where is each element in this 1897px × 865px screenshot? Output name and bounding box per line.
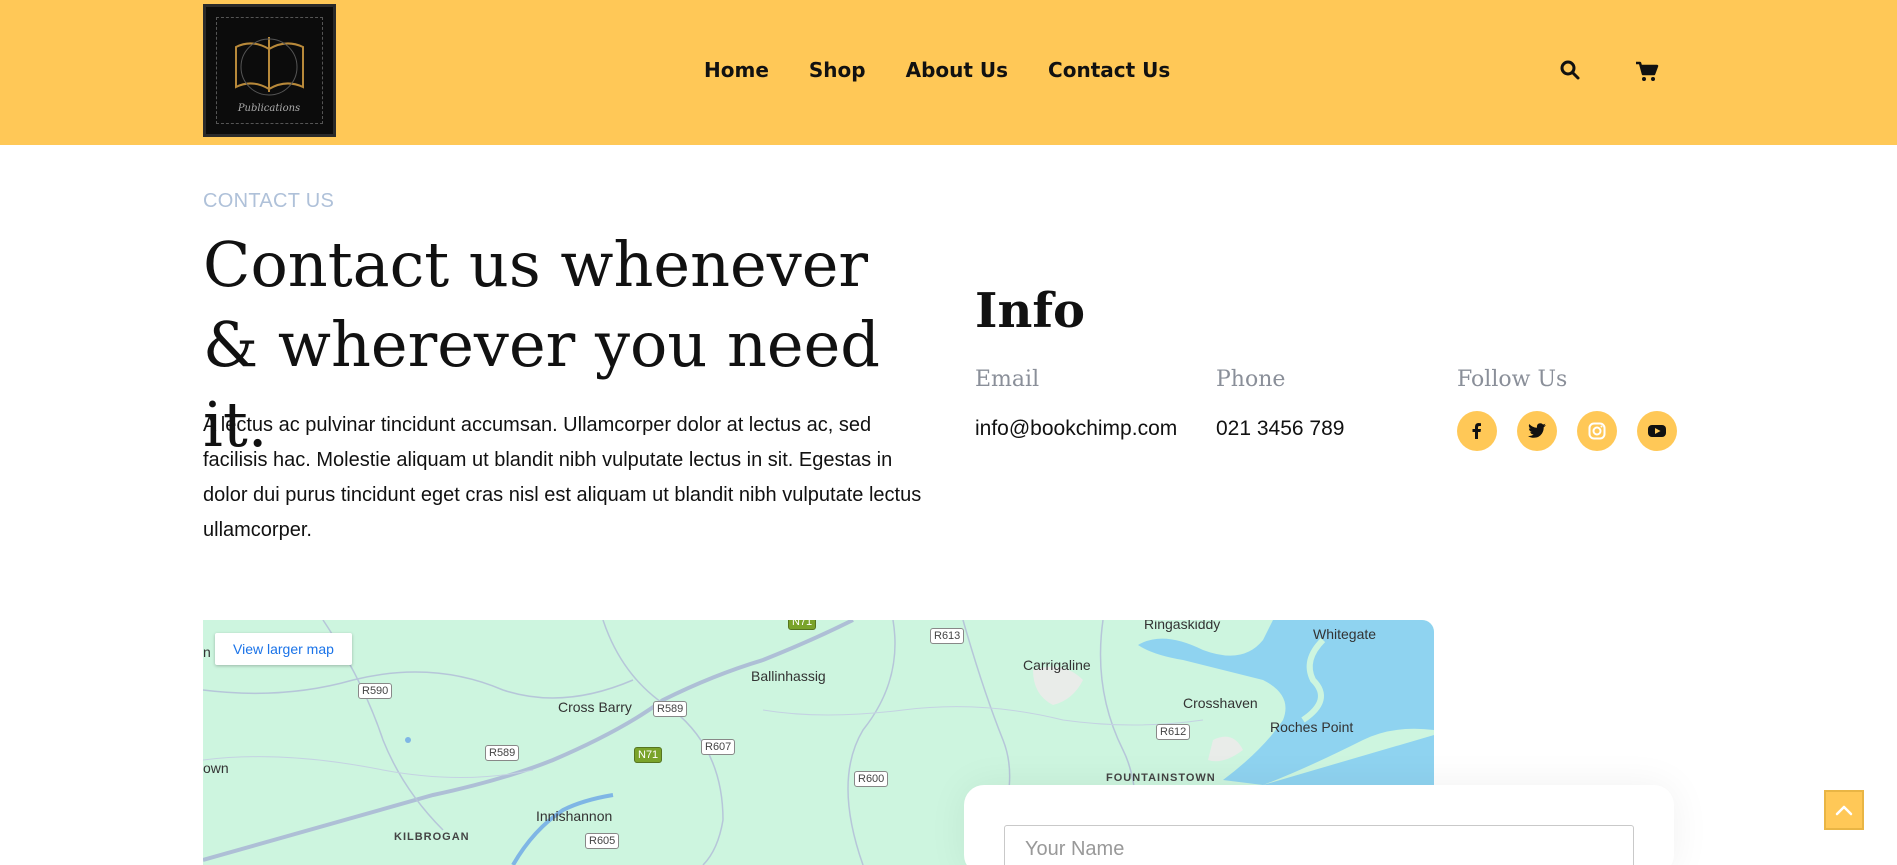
road-shield: R589	[653, 701, 688, 717]
email-label: Email	[975, 367, 1040, 392]
nav-home[interactable]: Home	[704, 58, 769, 82]
instagram-icon[interactable]	[1577, 411, 1617, 451]
nav-shop[interactable]: Shop	[809, 58, 866, 82]
map-place: Roches Point	[1270, 719, 1354, 735]
map-place: Carrigaline	[1023, 657, 1091, 673]
map-place: own	[203, 760, 229, 776]
map-place: Crosshaven	[1183, 695, 1258, 711]
view-larger-map-link[interactable]: View larger map	[215, 633, 352, 665]
svg-text:Publications: Publications	[237, 103, 300, 114]
road-shield: R590	[358, 683, 393, 699]
road-shield: R600	[854, 771, 889, 787]
scroll-top-button[interactable]	[1824, 790, 1864, 830]
search-icon[interactable]	[1558, 58, 1584, 84]
youtube-icon[interactable]	[1637, 411, 1677, 451]
phone-block: Phone 021 3456 789	[1216, 367, 1344, 440]
twitter-icon[interactable]	[1517, 411, 1557, 451]
map-place: KILBROGAN	[394, 831, 470, 843]
map-place: Innishannon	[536, 808, 613, 824]
site-header: Publications Home Shop About Us Contact …	[0, 0, 1897, 145]
main-nav: Home Shop About Us Contact Us	[704, 58, 1170, 82]
road-shield: R612	[1156, 724, 1191, 740]
phone-value[interactable]: 021 3456 789	[1216, 417, 1344, 441]
site-logo[interactable]: Publications	[203, 4, 336, 137]
phone-label: Phone	[1216, 367, 1286, 392]
facebook-icon[interactable]	[1457, 411, 1497, 451]
email-block: Email info@bookchimp.com	[975, 367, 1177, 440]
social-links	[1457, 411, 1677, 451]
map-place: Cross Barry	[558, 699, 632, 715]
contact-form-card	[964, 785, 1674, 865]
nav-contact-us[interactable]: Contact Us	[1048, 58, 1170, 82]
road-shield: R589	[485, 745, 520, 761]
road-shield: R613	[930, 628, 965, 644]
map-place: Ringaskiddy	[1144, 620, 1221, 632]
follow-block: Follow Us	[1457, 367, 1567, 392]
intro-paragraph: A lectus ac pulvinar tincidunt accumsan.…	[203, 414, 922, 541]
road-shield: N71	[788, 620, 817, 630]
cart-icon[interactable]	[1634, 58, 1660, 84]
map-place: Ballinhassig	[751, 668, 826, 684]
map-place: n	[203, 644, 211, 660]
section-eyebrow: CONTACT US	[203, 190, 335, 212]
road-shield: R605	[585, 833, 620, 849]
chevron-up-icon	[1835, 805, 1853, 816]
name-input[interactable]	[1004, 825, 1634, 865]
map-place: Whitegate	[1313, 626, 1377, 642]
road-shield: R607	[701, 739, 736, 755]
open-book-logo-icon: Publications	[235, 37, 304, 114]
road-shield: N71	[634, 747, 663, 763]
email-value[interactable]: info@bookchimp.com	[975, 417, 1177, 441]
follow-label: Follow Us	[1457, 367, 1568, 392]
map-place: FOUNTAINSTOWN	[1106, 772, 1216, 784]
info-title: Info	[975, 283, 1086, 339]
nav-about-us[interactable]: About Us	[906, 58, 1008, 82]
